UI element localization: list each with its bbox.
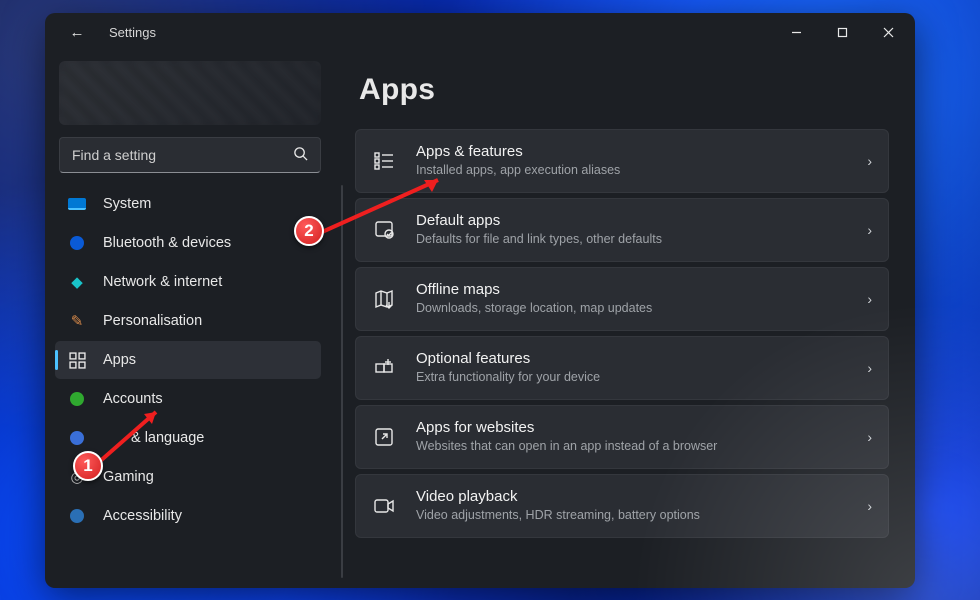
titlebar: ← Settings xyxy=(45,13,915,51)
card-subtitle: Downloads, storage location, map updates xyxy=(416,301,867,317)
accessibility-icon xyxy=(67,506,87,526)
sidebar-item-label: Personalisation xyxy=(103,313,202,329)
sidebar-item-label: & language xyxy=(131,430,204,446)
maximize-button[interactable] xyxy=(819,13,865,51)
default-apps-icon xyxy=(370,216,398,244)
card-subtitle: Websites that can open in an app instead… xyxy=(416,439,867,455)
card-title: Apps for websites xyxy=(416,419,867,438)
display-icon xyxy=(67,194,87,214)
map-icon xyxy=(370,285,398,313)
bluetooth-icon xyxy=(67,233,87,253)
card-subtitle: Defaults for file and link types, other … xyxy=(416,232,867,248)
gamepad-icon: ◎ xyxy=(67,467,87,487)
card-title: Default apps xyxy=(416,212,867,231)
sidebar-item-label: Network & internet xyxy=(103,274,222,290)
sidebar-item-label: Gaming xyxy=(103,469,154,485)
chevron-right-icon: › xyxy=(867,498,872,514)
sidebar-item-time-language[interactable]: & language xyxy=(55,419,321,457)
sidebar-item-accessibility[interactable]: Accessibility xyxy=(55,497,321,535)
search-box[interactable]: Find a setting xyxy=(59,137,321,173)
card-default-apps[interactable]: Default apps Defaults for file and link … xyxy=(355,198,889,262)
open-external-icon xyxy=(370,423,398,451)
chevron-right-icon: › xyxy=(867,429,872,445)
sidebar-item-network[interactable]: ◆ Network & internet xyxy=(55,263,321,301)
sidebar-item-label: Accessibility xyxy=(103,508,182,524)
sidebar-item-personalisation[interactable]: ✎ Personalisation xyxy=(55,302,321,340)
settings-card-list: Apps & features Installed apps, app exec… xyxy=(355,129,889,538)
sidebar-item-system[interactable]: System xyxy=(55,185,321,223)
chevron-right-icon: › xyxy=(867,222,872,238)
person-icon xyxy=(67,389,87,409)
sidebar-item-apps[interactable]: Apps xyxy=(55,341,321,379)
optional-features-icon xyxy=(370,354,398,382)
sidebar-item-gaming[interactable]: ◎ Gaming xyxy=(55,458,321,496)
sidebar-item-label: Accounts xyxy=(103,391,163,407)
sidebar-item-accounts[interactable]: Accounts xyxy=(55,380,321,418)
chevron-right-icon: › xyxy=(867,153,872,169)
settings-window: ← Settings Find a setting System xyxy=(45,13,915,588)
card-subtitle: Extra functionality for your device xyxy=(416,370,867,386)
minimize-button[interactable] xyxy=(773,13,819,51)
sidebar-item-bluetooth[interactable]: Bluetooth & devices xyxy=(55,224,321,262)
window-title: Settings xyxy=(109,25,156,40)
back-button[interactable]: ← xyxy=(63,24,91,41)
video-icon xyxy=(370,492,398,520)
user-profile-block[interactable] xyxy=(59,61,321,125)
sidebar-nav: System Bluetooth & devices ◆ Network & i… xyxy=(55,185,325,535)
card-apps-features[interactable]: Apps & features Installed apps, app exec… xyxy=(355,129,889,193)
wifi-icon: ◆ xyxy=(67,272,87,292)
chevron-right-icon: › xyxy=(867,291,872,307)
card-title: Offline maps xyxy=(416,281,867,300)
brush-icon: ✎ xyxy=(67,311,87,331)
sidebar-item-label: Bluetooth & devices xyxy=(103,235,231,251)
card-apps-websites[interactable]: Apps for websites Websites that can open… xyxy=(355,405,889,469)
search-placeholder: Find a setting xyxy=(72,147,293,163)
card-optional-features[interactable]: Optional features Extra functionality fo… xyxy=(355,336,889,400)
page-title: Apps xyxy=(359,73,889,107)
sidebar-item-label: Apps xyxy=(103,352,136,368)
scroll-indicator xyxy=(341,185,343,578)
card-title: Optional features xyxy=(416,350,867,369)
search-icon xyxy=(293,146,308,164)
card-subtitle: Installed apps, app execution aliases xyxy=(416,163,867,179)
card-video-playback[interactable]: Video playback Video adjustments, HDR st… xyxy=(355,474,889,538)
chevron-right-icon: › xyxy=(867,360,872,376)
sidebar: Find a setting System Bluetooth & device… xyxy=(45,51,335,588)
card-title: Apps & features xyxy=(416,143,867,162)
card-title: Video playback xyxy=(416,488,867,507)
card-subtitle: Video adjustments, HDR streaming, batter… xyxy=(416,508,867,524)
close-button[interactable] xyxy=(865,13,911,51)
main-panel: Apps Apps & features Installed apps, app… xyxy=(335,51,915,588)
globe-icon xyxy=(67,428,87,448)
apps-icon xyxy=(67,350,87,370)
card-offline-maps[interactable]: Offline maps Downloads, storage location… xyxy=(355,267,889,331)
sidebar-item-label: System xyxy=(103,196,151,212)
list-icon xyxy=(370,147,398,175)
